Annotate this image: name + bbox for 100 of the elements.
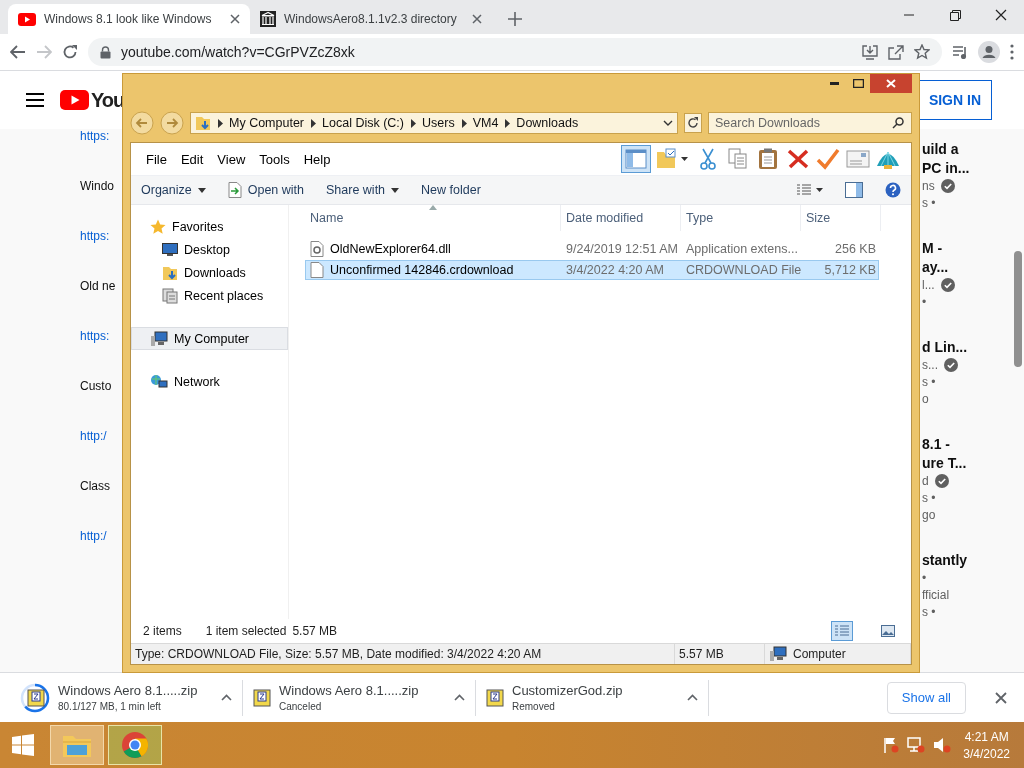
pane-toggle-icon[interactable] <box>845 182 863 198</box>
restore-icon[interactable] <box>949 9 961 21</box>
taskbar-app[interactable] <box>108 725 162 765</box>
new-tab-icon[interactable] <box>508 12 522 26</box>
column-header[interactable]: Size <box>801 205 881 231</box>
description-link[interactable]: http:/ <box>80 429 107 443</box>
file-name: OldNewExplorer64.dll <box>330 242 451 256</box>
reload-icon[interactable] <box>62 44 78 60</box>
description-link[interactable]: http:/ <box>80 529 107 543</box>
browser-tab[interactable]: WindowsAero8.1.1v2.3 directory <box>250 4 492 34</box>
network-tray-icon[interactable] <box>907 737 926 753</box>
mute-speaker-icon[interactable] <box>933 737 952 753</box>
menu-item[interactable]: View <box>210 151 253 167</box>
breadcrumb-item[interactable]: Downloads <box>516 116 579 130</box>
video-title[interactable]: ay... <box>922 259 1012 275</box>
action-center-icon[interactable] <box>883 737 900 753</box>
view-options-icon[interactable] <box>797 184 823 196</box>
nav-item[interactable]: Desktop <box>131 238 288 261</box>
chevron-icon <box>460 118 467 128</box>
star-outline-icon[interactable] <box>914 44 930 60</box>
browser-tab[interactable]: Windows 8.1 look like Windows <box>8 4 250 34</box>
file-row[interactable]: Unconfirmed 142846.crdownload 3/4/2022 4:20 AM CRDOWNLOAD File 5,712 KB <box>305 260 879 280</box>
menu-item[interactable]: Tools <box>252 151 297 167</box>
command-button[interactable]: New folder <box>421 183 481 197</box>
computer-icon <box>769 646 787 662</box>
nav-item[interactable]: My Computer <box>131 327 288 350</box>
video-title[interactable]: d Lin... <box>922 339 1012 355</box>
channel-name[interactable]: s... <box>922 358 938 372</box>
zip-file-icon <box>253 688 271 707</box>
menu-icon[interactable] <box>26 93 44 107</box>
share-icon[interactable] <box>888 44 904 60</box>
download-item[interactable]: CustomizerGod.zip Removed <box>476 679 709 716</box>
dropdown-icon[interactable] <box>663 120 673 126</box>
media-queue-icon[interactable] <box>952 45 968 59</box>
video-title[interactable]: ure T... <box>922 455 1012 471</box>
download-item[interactable]: Windows Aero 8.1.....zip 80.1/127 MB, 1 min left <box>10 679 243 716</box>
close-icon[interactable] <box>230 14 240 24</box>
command-button[interactable]: Organize <box>141 183 206 197</box>
chevron-icon <box>410 118 416 128</box>
description-link[interactable]: https: <box>80 129 110 143</box>
scrollbar-thumb[interactable] <box>1014 251 1022 367</box>
video-title[interactable]: uild a <box>922 141 1012 157</box>
refresh-icon[interactable] <box>684 113 702 133</box>
breadcrumb-item[interactable]: My Computer <box>229 116 305 130</box>
address-bar[interactable]: youtube.com/watch?v=CGrPVZcZ8xk <box>88 38 942 66</box>
breadcrumb-item[interactable]: Users <box>422 116 455 130</box>
video-title[interactable]: stantly <box>922 552 1012 568</box>
description-link[interactable]: https: <box>80 329 110 343</box>
video-title[interactable]: M - <box>922 240 1012 256</box>
nav-item[interactable]: Network <box>131 370 288 393</box>
thumbnails-view-icon <box>881 625 895 637</box>
menu-item[interactable]: Help <box>296 151 338 167</box>
selection-count: 1 item selected <box>205 624 287 638</box>
help-icon[interactable] <box>885 182 901 198</box>
breadcrumb-item[interactable]: Local Disk (C:) <box>322 116 404 130</box>
menu-item[interactable]: Edit <box>173 151 211 167</box>
building-icon <box>260 11 276 27</box>
download-name: Windows Aero 8.1.....zip <box>279 683 420 698</box>
download-status: Removed <box>512 701 556 712</box>
install-icon[interactable] <box>862 44 878 60</box>
video-title[interactable]: PC in... <box>922 160 1012 176</box>
channel-name[interactable]: d <box>922 474 929 488</box>
more-icon[interactable] <box>1010 44 1014 60</box>
expand-icon[interactable] <box>221 694 232 701</box>
close-icon[interactable] <box>995 9 1007 21</box>
breadcrumb-item[interactable]: VM4 <box>472 116 499 130</box>
video-title[interactable]: 8.1 - <box>922 436 1012 452</box>
nav-item[interactable]: Recent places <box>131 284 288 307</box>
nav-item[interactable]: Favorites <box>131 215 288 238</box>
toolbar-button[interactable] <box>621 145 651 173</box>
channel-name[interactable]: fficial <box>922 588 950 602</box>
nav-item[interactable]: Downloads <box>131 261 288 284</box>
command-button[interactable]: Share with <box>326 183 400 197</box>
channel-name[interactable]: l... <box>922 278 935 292</box>
expand-icon[interactable] <box>454 694 465 701</box>
download-item[interactable]: Windows Aero 8.1.....zip Canceled <box>243 679 476 716</box>
start-icon[interactable] <box>12 734 34 756</box>
column-header[interactable]: Type <box>681 205 801 231</box>
search-icon <box>892 117 904 129</box>
menu-item[interactable]: File <box>139 151 174 167</box>
file-type: Application extens... <box>685 241 799 258</box>
file-row[interactable]: OldNewExplorer64.dll 9/24/2019 12:51 AM Application extens... 256 KB <box>305 239 879 259</box>
preview-pane-icon <box>625 149 647 169</box>
video-meta: • <box>922 295 928 309</box>
profile-icon[interactable] <box>978 41 1000 63</box>
sign-in-button[interactable]: SIGN IN <box>917 80 992 120</box>
search-field[interactable]: Search Downloads <box>708 112 912 134</box>
show-all-button[interactable]: Show all <box>886 681 966 714</box>
channel-name[interactable]: ns <box>922 179 935 193</box>
command-button[interactable]: Open with <box>227 182 304 198</box>
back-icon[interactable] <box>10 45 26 59</box>
close-button[interactable] <box>870 74 912 93</box>
caret-icon <box>391 187 400 193</box>
expand-icon[interactable] <box>687 694 698 701</box>
download-name: Windows Aero 8.1.....zip <box>58 683 199 698</box>
breadcrumb-bar[interactable]: My Computer Local Disk (C:) Users VM4 Downloads <box>190 112 678 134</box>
close-icon[interactable] <box>995 691 1007 704</box>
description-link[interactable]: https: <box>80 229 110 243</box>
clock[interactable]: 4:21 AM 3/4/2022 <box>951 729 1024 761</box>
column-header[interactable]: Date modified <box>561 205 681 231</box>
